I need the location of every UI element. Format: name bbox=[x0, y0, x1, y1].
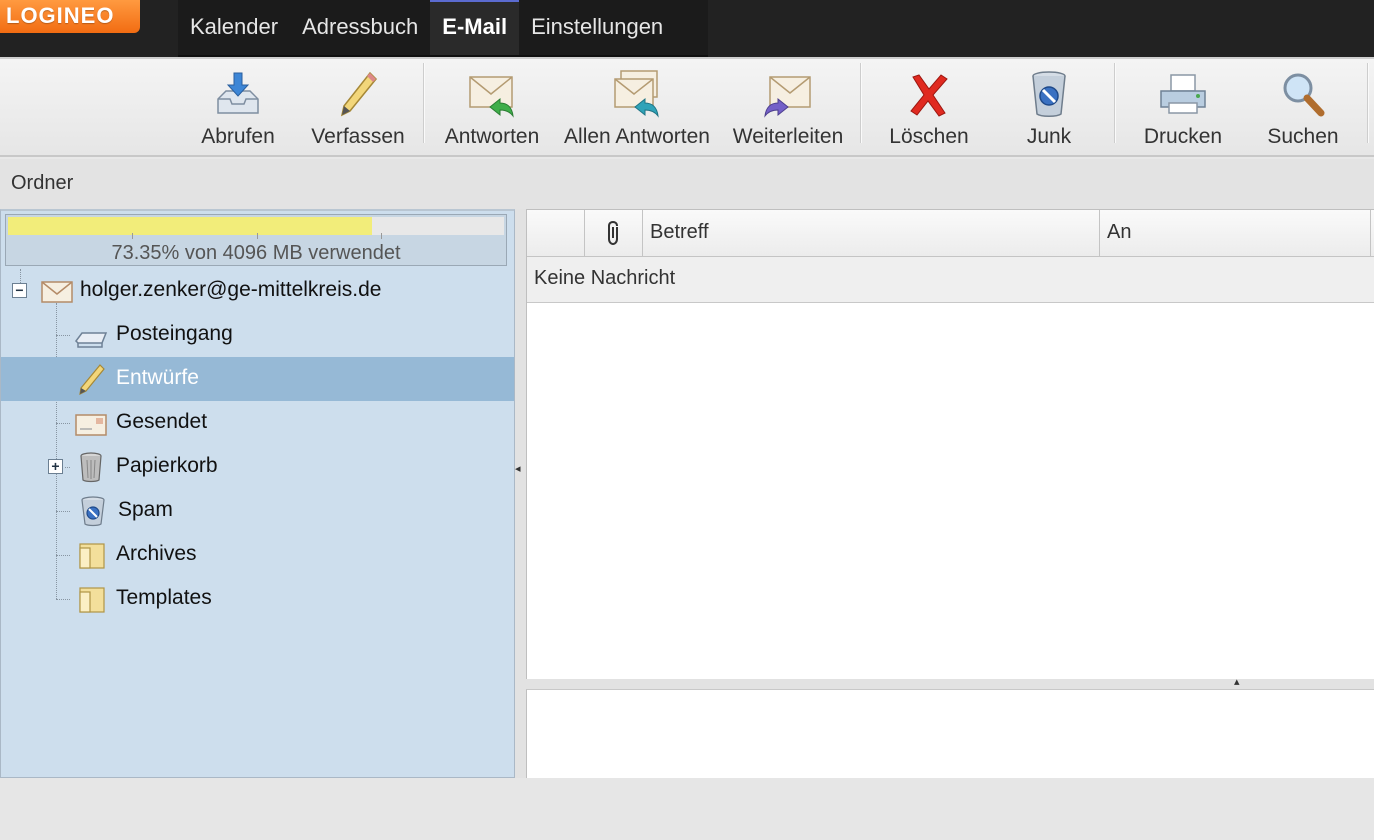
envelope-icon bbox=[41, 281, 73, 303]
quota-bar: 73.35% von 4096 MB verwendet bbox=[5, 214, 507, 266]
folder-spam[interactable]: Spam bbox=[1, 489, 514, 533]
splitter-grip-icon: ◂ bbox=[515, 463, 521, 475]
folder-name: Archives bbox=[116, 542, 197, 565]
expand-toggle[interactable]: + bbox=[48, 459, 63, 474]
folder-posteingang[interactable]: Posteingang bbox=[1, 313, 514, 357]
account-row[interactable]: − holger.zenker@ge-mittelkreis.de bbox=[1, 269, 514, 313]
toolbar: Abrufen Verfassen Antworten Allen Antwor… bbox=[0, 57, 1374, 157]
trash-icon bbox=[80, 452, 102, 483]
toolbar-separator bbox=[1114, 63, 1116, 143]
suchen-button[interactable]: Suchen bbox=[1254, 65, 1352, 151]
pencil-icon bbox=[340, 71, 378, 117]
collapse-toggle[interactable]: − bbox=[12, 283, 27, 298]
junk-label: Junk bbox=[1026, 125, 1072, 148]
folder-papierkorb[interactable]: + Papierkorb bbox=[1, 445, 514, 489]
folder-archives[interactable]: Archives bbox=[1, 533, 514, 577]
toolbar-separator bbox=[423, 63, 425, 143]
empty-message-text: Keine Nachricht bbox=[534, 267, 676, 289]
folder-name: Gesendet bbox=[116, 410, 208, 433]
folder-name: Papierkorb bbox=[116, 454, 218, 477]
column-to[interactable]: An bbox=[1100, 210, 1371, 256]
quota-track bbox=[8, 217, 504, 239]
drucken-label: Drucken bbox=[1143, 125, 1223, 148]
quota-tick bbox=[132, 233, 133, 239]
weiterleiten-button[interactable]: Weiterleiten bbox=[728, 65, 848, 151]
folder-name: Spam bbox=[118, 498, 173, 521]
column-subject[interactable]: Betreff bbox=[643, 210, 1100, 256]
allen-antworten-button[interactable]: Allen Antworten bbox=[558, 65, 716, 151]
suchen-label: Suchen bbox=[1267, 125, 1339, 148]
forward-icon bbox=[764, 76, 811, 118]
folder-icon bbox=[79, 587, 105, 613]
folder-name: Templates bbox=[116, 586, 212, 609]
verfassen-label: Verfassen bbox=[311, 125, 405, 148]
empty-message-row: Keine Nachricht bbox=[527, 257, 1374, 303]
column-subject-label: Betreff bbox=[650, 221, 709, 243]
pane-splitter-horizontal[interactable]: ▴ bbox=[526, 676, 1374, 689]
verfassen-button[interactable]: Verfassen bbox=[306, 65, 410, 151]
printer-icon bbox=[1160, 74, 1206, 114]
magnifier-icon bbox=[1283, 73, 1325, 117]
folders-header: Ordner bbox=[0, 159, 1374, 209]
main-nav: Kalender Adressbuch E-Mail Einstellungen bbox=[178, 0, 708, 57]
folder-gesendet[interactable]: Gesendet bbox=[1, 401, 514, 445]
nav-kalender[interactable]: Kalender bbox=[178, 0, 290, 55]
folder-name: Posteingang bbox=[116, 322, 233, 345]
column-to-label: An bbox=[1107, 221, 1132, 243]
paperclip-icon bbox=[608, 220, 618, 246]
delete-x-icon bbox=[910, 74, 948, 117]
quota-fill bbox=[8, 217, 372, 235]
folders-header-label: Ordner bbox=[11, 172, 74, 194]
folder-name: Entwürfe bbox=[116, 366, 199, 389]
splitter-grip-icon: ▴ bbox=[1234, 676, 1240, 688]
junk-bin-icon bbox=[1032, 71, 1066, 117]
nav-adressbuch[interactable]: Adressbuch bbox=[290, 0, 430, 55]
folder-icon bbox=[79, 543, 105, 569]
top-bar: LOGINEO Kalender Adressbuch E-Mail Einst… bbox=[0, 0, 1374, 57]
nav-email[interactable]: E-Mail bbox=[430, 0, 520, 55]
reply-icon bbox=[469, 76, 514, 118]
pane-splitter-vertical[interactable]: ◂ bbox=[515, 209, 526, 778]
logo: LOGINEO bbox=[0, 0, 140, 33]
abrufen-button[interactable]: Abrufen bbox=[190, 65, 286, 151]
account-email: holger.zenker@ge-mittelkreis.de bbox=[80, 278, 382, 301]
column-select[interactable] bbox=[527, 210, 585, 256]
column-attachment[interactable] bbox=[585, 210, 643, 256]
message-list: Betreff An Keine Nachricht bbox=[526, 209, 1374, 679]
junk-bin-icon bbox=[81, 496, 105, 527]
message-list-header: Betreff An bbox=[527, 210, 1374, 257]
quota-tick bbox=[257, 233, 258, 239]
antworten-label: Antworten bbox=[444, 125, 540, 148]
loeschen-button[interactable]: Löschen bbox=[880, 65, 978, 151]
inbox-tray-icon bbox=[75, 332, 108, 348]
folder-entwuerfe[interactable]: Entwürfe bbox=[1, 357, 514, 401]
inbox-download-icon bbox=[217, 72, 259, 114]
status-bar bbox=[0, 778, 1374, 840]
pencil-icon bbox=[79, 364, 105, 395]
nav-einstellungen[interactable]: Einstellungen bbox=[519, 0, 675, 55]
drucken-button[interactable]: Drucken bbox=[1134, 65, 1232, 151]
allen-antworten-label: Allen Antworten bbox=[564, 125, 710, 148]
toolbar-separator bbox=[1367, 63, 1369, 143]
folder-pane: 73.35% von 4096 MB verwendet − holger.ze… bbox=[0, 209, 515, 778]
junk-button[interactable]: Junk bbox=[1000, 65, 1098, 151]
loeschen-label: Löschen bbox=[889, 125, 969, 148]
quota-tick bbox=[381, 233, 382, 239]
toolbar-separator bbox=[860, 63, 862, 143]
abrufen-label: Abrufen bbox=[201, 125, 275, 148]
reply-all-icon bbox=[614, 70, 659, 118]
weiterleiten-label: Weiterleiten bbox=[732, 125, 844, 148]
envelope-icon bbox=[75, 414, 107, 436]
quota-text: 73.35% von 4096 MB verwendet bbox=[111, 242, 401, 264]
folder-templates[interactable]: Templates bbox=[1, 577, 514, 621]
message-preview bbox=[526, 689, 1374, 778]
antworten-button[interactable]: Antworten bbox=[438, 65, 546, 151]
